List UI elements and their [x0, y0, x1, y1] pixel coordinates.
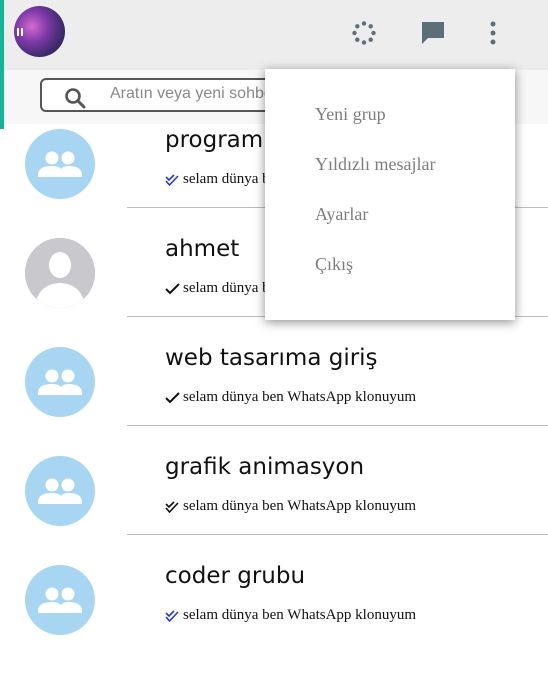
sent-check-icon	[165, 282, 180, 294]
message-text: selam dünya ben WhatsApp klonuyum	[183, 389, 417, 405]
menu-item-settings[interactable]: Ayarlar	[315, 204, 368, 225]
chat-name: grafik animasyon	[165, 454, 365, 480]
chat-name: web tasarıma giriş	[165, 345, 378, 371]
status-icon[interactable]	[351, 20, 377, 46]
double-check-icon	[165, 500, 179, 513]
profile-avatar[interactable]	[14, 6, 65, 57]
chat-list-item[interactable]: coder grubu selam dünya ben WhatsApp klon…	[0, 563, 548, 674]
chat-list-item[interactable]: grafik animasyon selam dünya ben WhatsApp…	[0, 454, 548, 565]
chat-name: coder grubu	[165, 563, 306, 589]
search-icon	[65, 88, 86, 109]
chat-last-message: selam dünya ben WhatsApp klonuyum	[165, 607, 416, 624]
more-vertical-icon[interactable]	[480, 20, 506, 46]
double-check-icon	[165, 173, 179, 186]
chat-divider	[127, 425, 548, 426]
chat-last-message: selam dünya ben WhatsApp klonuyum	[165, 498, 416, 515]
sent-check-icon	[165, 391, 180, 403]
message-text: selam dünya ben WhatsApp klonuyum	[183, 498, 417, 514]
group-avatar	[25, 129, 95, 199]
accent-strip	[0, 0, 4, 130]
group-avatar	[25, 347, 95, 417]
group-avatar	[25, 565, 95, 635]
header	[0, 0, 548, 70]
double-check-icon	[165, 609, 179, 622]
chat-name: ahmet	[165, 236, 240, 262]
chat-divider	[127, 534, 548, 535]
dropdown-menu: Yeni grup Yıldızlı mesajlar Ayarlar Çıkı…	[265, 69, 515, 320]
chat-list-item[interactable]: web tasarıma giriş selam dünya ben WhatsA…	[0, 345, 548, 456]
chat-last-message: selam dünya ben WhatsApp klonuyum	[165, 389, 416, 406]
contact-avatar	[25, 238, 95, 308]
menu-item-starred-messages[interactable]: Yıldızlı mesajlar	[315, 154, 435, 175]
new-chat-icon[interactable]	[420, 20, 446, 46]
group-avatar	[25, 456, 95, 526]
message-text: selam dünya ben WhatsApp klonuyum	[183, 607, 417, 623]
menu-item-new-group[interactable]: Yeni grup	[315, 104, 386, 125]
menu-item-logout[interactable]: Çıkış	[315, 254, 353, 275]
